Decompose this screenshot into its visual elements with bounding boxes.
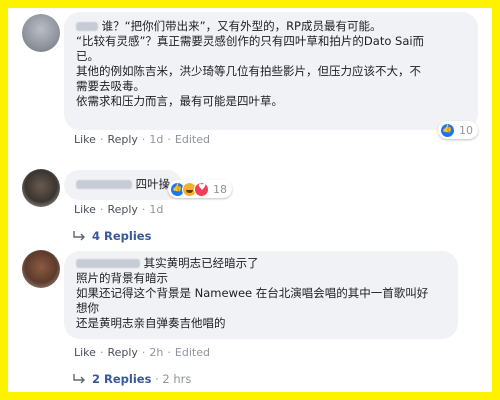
love-reaction-icon — [194, 181, 209, 197]
comment-actions: Like · Reply · 1d — [74, 203, 163, 216]
comment-line: 其他的例如陈吉米，洪少琦等几位有拍些影片，但压力应该不大，不 — [76, 64, 466, 79]
timestamp[interactable]: 2h — [149, 346, 163, 359]
comment-line: 如果还记得这个背景是 Namewee 在台北演唱会唱的其中一首歌叫好 — [76, 286, 446, 301]
timestamp[interactable]: 1d — [149, 203, 163, 216]
comment-text: 还是黄明志亲自弹奏吉他唱的 — [76, 316, 226, 330]
reaction-summary[interactable]: 18 — [168, 180, 232, 198]
separator-dot: · — [141, 346, 146, 359]
comment-text: 依需求和压力而言，最有可能是四叶草。 — [76, 94, 283, 108]
separator-dot: · — [141, 133, 146, 146]
replies-timestamp: 2 hrs — [162, 372, 192, 386]
comment-text: 想你 — [76, 301, 99, 315]
comment-line: 照片的背景有暗示 — [76, 271, 446, 286]
comment-text: 其他的例如陈吉米，洪少琦等几位有拍些影片，但压力应该不大，不 — [76, 64, 421, 78]
comment-bubble: 谁？“把你们带出来”，又有外型的，RP成员最有可能。 “比较有灵感”？真正需要灵… — [64, 12, 478, 130]
avatar[interactable] — [22, 169, 60, 207]
reply-button[interactable]: Reply — [107, 203, 137, 216]
separator-dot: · — [167, 346, 171, 359]
replies-count[interactable]: 4 Replies — [92, 229, 151, 243]
comment-line: 需要去吸毒。 — [76, 79, 466, 94]
comment-line: 已。 — [76, 49, 466, 64]
comment-text: 四叶操 — [135, 177, 171, 191]
comment-line: 想你 — [76, 301, 446, 316]
like-button[interactable]: Like — [74, 133, 96, 146]
comment-line: 四叶操 — [76, 177, 170, 192]
separator-dot: · — [151, 372, 163, 386]
reply-button[interactable]: Reply — [107, 346, 137, 359]
reply-arrow-icon — [72, 231, 86, 241]
separator-dot: · — [167, 133, 171, 146]
edited-label[interactable]: Edited — [175, 346, 210, 359]
comment-line: 谁？“把你们带出来”，又有外型的，RP成员最有可能。 — [76, 19, 466, 34]
timestamp[interactable]: 1d — [149, 133, 163, 146]
separator-dot: · — [99, 203, 104, 216]
commenter-name-redacted[interactable] — [76, 180, 132, 189]
comment-bubble: 四叶操 — [64, 170, 182, 200]
comment-text: 其实黄明志已经暗示了 — [143, 256, 259, 270]
replies-count[interactable]: 2 Replies — [92, 372, 151, 386]
comment-bubble: 其实黄明志已经暗示了 照片的背景有暗示 如果还记得这个背景是 Namewee 在… — [64, 251, 458, 339]
reaction-count: 18 — [213, 182, 227, 196]
avatar[interactable] — [22, 14, 60, 52]
like-reaction-icon — [440, 122, 455, 138]
reaction-summary[interactable]: 10 — [438, 121, 478, 139]
edited-label[interactable]: Edited — [175, 133, 210, 146]
reply-arrow-icon — [72, 374, 86, 384]
reply-button[interactable]: Reply — [107, 133, 137, 146]
avatar[interactable] — [22, 250, 60, 288]
comment-text: 已。 — [76, 49, 99, 63]
like-button[interactable]: Like — [74, 346, 96, 359]
reaction-count: 10 — [459, 123, 473, 137]
commenter-name-redacted[interactable] — [76, 259, 140, 268]
view-replies-link[interactable]: 4 Replies — [72, 229, 151, 243]
comment-line: “比较有灵感”？真正需要灵感创作的只有四叶草和拍片的Dato Sai而 — [76, 34, 466, 49]
comment-actions: Like · Reply · 2h · Edited — [74, 346, 210, 359]
comment-line: 依需求和压力而言，最有可能是四叶草。 — [76, 94, 466, 109]
comment-line: 还是黄明志亲自弹奏吉他唱的 — [76, 316, 446, 331]
comment-actions: Like · Reply · 1d · Edited — [74, 133, 210, 146]
commenter-name-redacted[interactable] — [76, 22, 98, 31]
separator-dot: · — [141, 203, 146, 216]
like-button[interactable]: Like — [74, 203, 96, 216]
view-replies-link[interactable]: 2 Replies · 2 hrs — [72, 372, 191, 386]
comment-text: 照片的背景有暗示 — [76, 271, 168, 285]
separator-dot: · — [99, 133, 104, 146]
comment-line: 其实黄明志已经暗示了 — [76, 256, 446, 271]
comment-text: 如果还记得这个背景是 Namewee 在台北演唱会唱的其中一首歌叫好 — [76, 286, 429, 300]
comment-text: 谁？“把你们带出来”，又有外型的，RP成员最有可能。 — [101, 19, 382, 33]
separator-dot: · — [99, 346, 104, 359]
comment-text: “比较有灵感”？真正需要灵感创作的只有四叶草和拍片的Dato Sai而 — [76, 34, 425, 48]
comment-text: 需要去吸毒。 — [76, 79, 145, 93]
